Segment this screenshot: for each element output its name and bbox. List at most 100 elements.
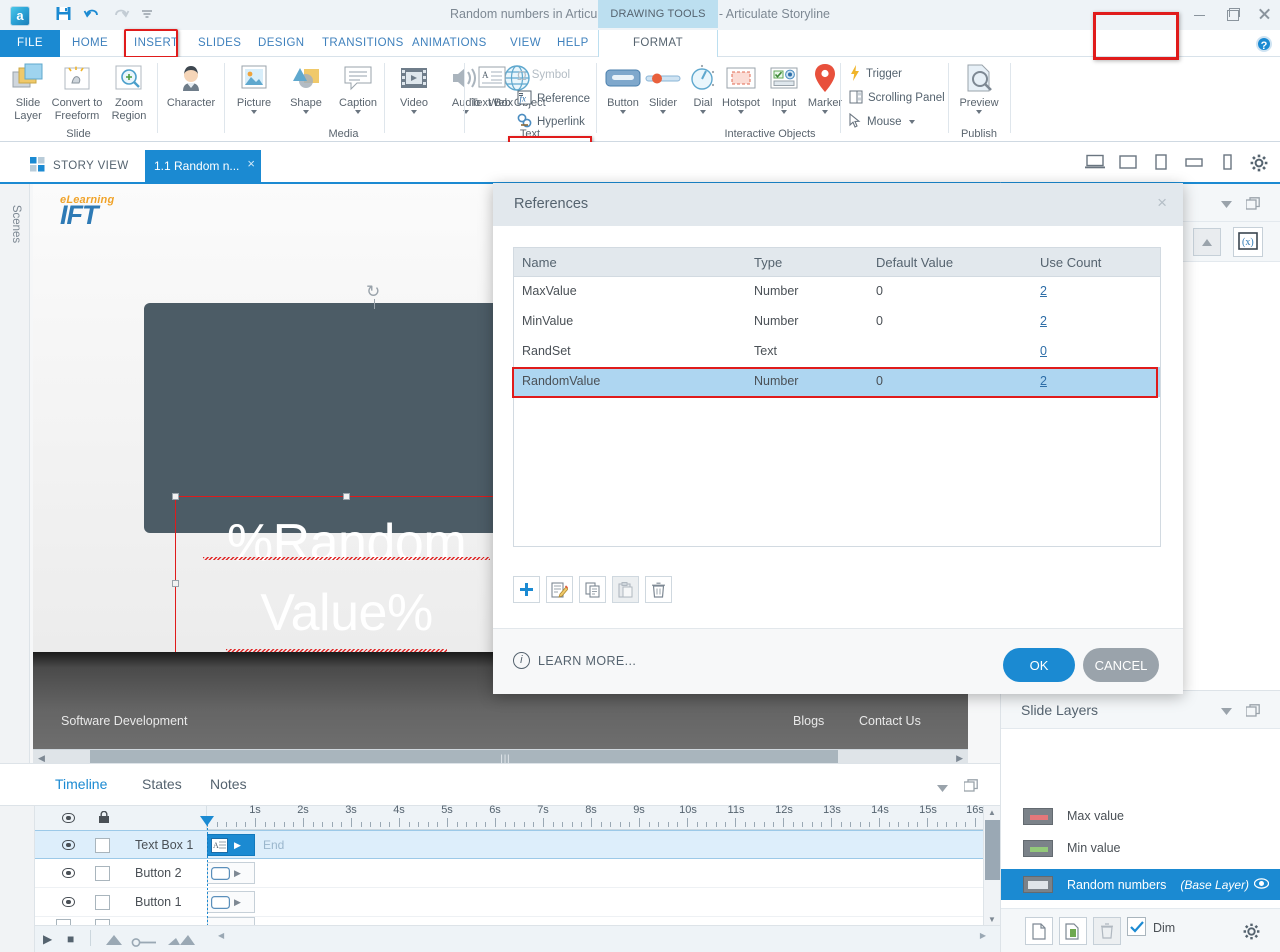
tablet-portrait-icon[interactable] [1151,154,1171,170]
preview-button[interactable]: Preview [953,61,1005,114]
timeline-object-icon[interactable]: ▶ [207,862,255,884]
scroll-down-icon[interactable]: ▼ [988,915,996,924]
chevron-down-icon[interactable] [355,110,361,114]
fade-none-icon[interactable] [131,936,157,950]
ok-button[interactable]: OK [1003,648,1075,682]
add-reference-button[interactable] [513,576,540,603]
fade-in-icon[interactable] [105,934,123,948]
selected-text-box[interactable]: %Random Value% [175,496,518,671]
resize-handle-w[interactable] [172,580,179,587]
help-icon[interactable]: ? [1256,36,1272,52]
tab-notes[interactable]: Notes [210,776,247,792]
cell-use-count-link[interactable]: 0 [1040,344,1047,358]
tab-transitions[interactable]: TRANSITIONS [312,30,414,57]
cell-use-count-link[interactable]: 2 [1040,284,1047,298]
lock-checkbox[interactable] [95,838,110,853]
column-header-use-count[interactable]: Use Count [1032,248,1160,276]
restore-icon[interactable] [1224,6,1240,22]
delete-reference-button[interactable] [645,576,672,603]
chevron-down-icon[interactable] [937,781,948,795]
tab-view[interactable]: VIEW [500,30,551,57]
minimize-icon[interactable] [1192,6,1208,22]
table-row[interactable]: Text Box 1 A ▶ End [35,830,1000,859]
learn-more-link[interactable]: i LEARN MORE... [513,652,636,669]
column-header-type[interactable]: Type [746,248,868,276]
tablet-landscape-icon[interactable] [1118,154,1138,170]
copy-reference-button[interactable] [579,576,606,603]
picture-button[interactable]: Picture [228,61,280,114]
lock-checkbox[interactable] [95,866,110,881]
story-view-button[interactable]: STORY VIEW [30,150,129,182]
chevron-down-icon[interactable] [700,110,706,114]
manage-variables-button[interactable]: (x) [1233,227,1263,257]
tab-help[interactable]: HELP [547,30,599,57]
tab-design[interactable]: DESIGN [248,30,315,57]
footer-link-blogs[interactable]: Blogs [793,714,824,728]
stop-icon[interactable]: ■ [67,932,74,946]
video-button[interactable]: Video [388,61,440,114]
timeline-scroll-right-icon[interactable]: ▶ [980,931,986,940]
cell-use-count-link[interactable]: 2 [1040,314,1047,328]
timeline-scroll-left-icon[interactable]: ◀ [218,931,224,940]
trigger-menu-item[interactable]: Trigger [849,64,902,84]
edit-reference-button[interactable] [546,576,573,603]
chevron-down-icon[interactable] [1221,704,1232,718]
undock-panel-icon[interactable] [1246,197,1260,213]
slide-layer-item-max-value[interactable]: Max value [1001,801,1280,831]
character-button[interactable]: Character [160,61,222,110]
chevron-down-icon[interactable] [781,110,787,114]
chevron-down-icon[interactable] [976,110,982,114]
symbol-menu-item[interactable]: Ω Symbol [517,65,570,85]
expand-arrow-icon[interactable]: ▶ [234,840,241,851]
expand-arrow-icon[interactable]: ▶ [234,868,241,879]
table-row[interactable]: MinValue Number 0 2 [514,307,1160,337]
duplicate-layer-button[interactable] [1059,917,1087,945]
chevron-down-icon[interactable] [660,110,666,114]
timeline-vertical-scrollbar[interactable]: ▲ ▼ [983,806,1000,926]
tab-timeline[interactable]: Timeline [55,776,107,792]
scrollbar-thumb[interactable] [985,820,1000,880]
desktop-icon[interactable] [1085,154,1105,170]
shape-button[interactable]: Shape [280,61,332,114]
column-header-name[interactable]: Name [514,248,746,276]
chevron-down-icon[interactable] [620,110,626,114]
convert-freeform-button[interactable]: Convert to Freeform [51,61,103,122]
column-header-default-value[interactable]: Default Value [868,248,1032,276]
scrolling-panel-menu-item[interactable]: Scrolling Panel [849,88,945,108]
timeline-object-icon[interactable]: ▶ [207,891,255,913]
resize-handle-n[interactable] [343,493,350,500]
slide-tab-close-icon[interactable]: × [247,148,255,180]
undock-panel-icon[interactable] [964,779,978,795]
table-row[interactable]: MaxValue Number 0 2 [514,277,1160,307]
close-icon[interactable] [1256,6,1272,22]
marker-button[interactable]: Marker [799,61,851,114]
cancel-button[interactable]: CANCEL [1083,648,1159,682]
reference-menu-item[interactable]: fx Reference [517,89,590,109]
lock-icon[interactable] [98,811,110,827]
chevron-down-icon[interactable] [1221,197,1232,211]
slide-layer-item-min-value[interactable]: Min value [1001,833,1280,863]
layer-visibility-icon[interactable] [1254,878,1269,892]
scroll-up-icon[interactable]: ▲ [988,808,996,817]
slide-tab[interactable]: 1.1 Random n... × [145,150,261,182]
dim-checkbox[interactable] [1127,917,1146,936]
table-row[interactable]: Button 2 ▶ [35,859,1000,888]
expand-arrow-icon[interactable]: ▶ [234,897,241,908]
slide-layer-button[interactable]: Slide Layer [2,61,54,122]
table-row[interactable]: RandSet Text 0 [514,337,1160,367]
tab-insert[interactable]: INSERT [124,30,188,57]
phone-landscape-icon[interactable] [1184,154,1204,170]
timeline-object-icon[interactable]: A ▶ [207,834,255,856]
timeline-playhead-handle[interactable] [200,816,214,826]
play-icon[interactable]: ▶ [43,932,52,946]
caption-button[interactable]: Caption [332,61,384,114]
gear-icon[interactable] [1250,154,1270,170]
zoom-region-button[interactable]: Zoom Region [103,61,155,122]
layer-settings-button[interactable] [1237,917,1265,945]
resize-handle-nw[interactable] [172,493,179,500]
tab-format[interactable]: FORMAT [598,30,718,57]
tab-slides[interactable]: SLIDES [188,30,251,57]
undock-panel-icon[interactable] [1246,704,1260,720]
chevron-down-icon[interactable] [909,120,915,124]
chevron-down-icon[interactable] [822,110,828,114]
